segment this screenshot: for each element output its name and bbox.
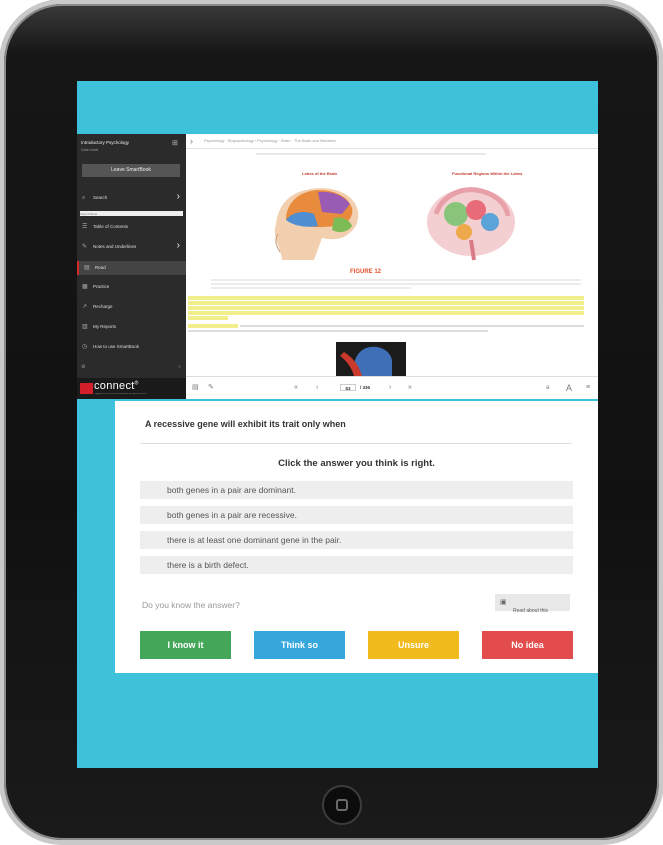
read-about-this-button[interactable]: ▣ Read about this bbox=[495, 594, 570, 614]
note-icon: ✎ bbox=[82, 244, 88, 250]
question-prompt: A recessive gene will exhibit its trait … bbox=[145, 419, 346, 429]
practice-icon: ▦ bbox=[82, 284, 88, 290]
sidebar-item-label: Notes and Underlines bbox=[93, 244, 137, 249]
document-icon: ▣ bbox=[500, 599, 507, 606]
connect-logo: connect® bbox=[94, 380, 139, 392]
page-total: / 336 bbox=[360, 385, 371, 390]
font-increase-icon[interactable]: A bbox=[566, 377, 572, 399]
copyright-text: Copyright 2014 McGraw-Hill Education. Al… bbox=[94, 393, 147, 395]
read-about-label: Read about this bbox=[513, 607, 549, 614]
settings-icon[interactable]: ⚙ bbox=[81, 364, 85, 370]
leave-smartbook-button[interactable]: Leave SmartBook bbox=[82, 164, 180, 177]
sidebar-item-label: Recharge bbox=[93, 304, 113, 309]
sidebar-item-practice[interactable]: ▦ Practice bbox=[77, 280, 186, 294]
sidebar-item-my-reports[interactable]: ▥ My Reports bbox=[77, 320, 186, 334]
recharge-icon: ↗ bbox=[82, 304, 88, 310]
sidebar-item-label: How to use SmartBook bbox=[93, 344, 140, 349]
highlighted-line[interactable] bbox=[188, 311, 584, 315]
answer-option[interactable]: both genes in a pair are dominant. bbox=[140, 481, 573, 499]
reports-icon: ▥ bbox=[82, 324, 88, 330]
chevron-right-icon: › bbox=[176, 191, 180, 202]
brain-lobes-illustration bbox=[274, 188, 359, 260]
text-line bbox=[211, 279, 581, 281]
option-label: both genes in a pair are dominant. bbox=[167, 485, 297, 495]
font-decrease-icon[interactable]: a bbox=[546, 377, 549, 399]
page-number-input[interactable]: 63 bbox=[340, 384, 356, 391]
option-label: there is a birth defect. bbox=[167, 560, 249, 570]
sidebar-item-recharge[interactable]: ↗ Recharge bbox=[77, 300, 186, 314]
list-icon: ☰ bbox=[82, 224, 88, 230]
highlighted-line[interactable] bbox=[188, 324, 238, 328]
question-card: A recessive gene will exhibit its trait … bbox=[115, 401, 598, 673]
screen: Introductory Psychology Core Level ⊞ Lea… bbox=[77, 81, 598, 768]
toc-icon[interactable]: ▤ bbox=[192, 377, 199, 399]
sidebar-footer-icons: ⚙ ○ bbox=[81, 364, 181, 370]
help-icon: ◷ bbox=[82, 344, 88, 350]
ebook-page: › Psychology · Biopsychology / Psycholog… bbox=[186, 134, 598, 376]
highlighted-line[interactable] bbox=[188, 306, 584, 310]
highlighted-line[interactable] bbox=[188, 316, 228, 320]
i-know-it-button[interactable]: I know it bbox=[140, 631, 231, 659]
sidebar-item-label: Search bbox=[93, 195, 108, 200]
sidebar-item-label: Read bbox=[95, 265, 106, 270]
text-line bbox=[188, 330, 488, 332]
caption-line bbox=[256, 153, 486, 155]
confidence-prompt: Do you know the answer? bbox=[142, 600, 240, 610]
search-input[interactable] bbox=[80, 211, 183, 216]
first-page-icon[interactable]: « bbox=[294, 377, 298, 399]
brand-bar: connect® Copyright 2014 McGraw-Hill Educ… bbox=[77, 378, 186, 399]
no-idea-button[interactable]: No idea bbox=[482, 631, 573, 659]
brain-scan-image bbox=[336, 342, 406, 376]
menu-icon[interactable]: ≡ bbox=[586, 377, 590, 399]
divider bbox=[140, 443, 572, 444]
text-line bbox=[211, 287, 411, 289]
brain-regions-illustration bbox=[427, 187, 515, 261]
chat-icon[interactable]: ○ bbox=[178, 364, 181, 370]
figure-label: FIGURE 12 bbox=[350, 269, 382, 275]
sidebar: Introductory Psychology Core Level ⊞ Lea… bbox=[77, 134, 188, 399]
home-square-icon bbox=[336, 799, 348, 811]
chevron-right-icon: › bbox=[176, 240, 180, 251]
sidebar-item-notes[interactable]: ✎ Notes and Underlines › bbox=[77, 240, 186, 254]
option-label: both genes in a pair are recessive. bbox=[167, 510, 297, 520]
sidebar-item-search[interactable]: ⌕ Search › bbox=[77, 191, 186, 205]
home-button[interactable] bbox=[322, 785, 362, 825]
answer-option[interactable]: there is a birth defect. bbox=[140, 556, 573, 574]
sidebar-item-how-to-use[interactable]: ◷ How to use SmartBook bbox=[77, 340, 186, 354]
last-page-icon[interactable]: » bbox=[408, 377, 412, 399]
breadcrumb: Psychology · Biopsychology / Psychology … bbox=[204, 138, 336, 143]
read-icon: ▤ bbox=[84, 265, 90, 271]
previous-page-icon[interactable]: ‹ bbox=[316, 377, 318, 399]
chevron-right-icon[interactable]: › bbox=[190, 134, 193, 148]
sidebar-item-label: Practice bbox=[93, 284, 110, 289]
instruction-text: Click the answer you think is right. bbox=[278, 458, 435, 469]
next-page-icon[interactable]: › bbox=[389, 377, 391, 399]
answer-option[interactable]: both genes in a pair are recessive. bbox=[140, 506, 573, 524]
reader-toolbar: ▤ ✎ « ‹ 63 / 336 › » a A ≡ bbox=[186, 376, 598, 399]
course-title: Introductory Psychology bbox=[81, 140, 130, 145]
sidebar-item-table-of-contents[interactable]: ☰ Table of Contents bbox=[77, 220, 186, 234]
option-label: there is at least one dominant gene in t… bbox=[167, 535, 342, 545]
sidebar-item-label: Table of Contents bbox=[93, 224, 129, 229]
sidebar-item-read[interactable]: ▤ Read bbox=[77, 261, 188, 275]
unsure-button[interactable]: Unsure bbox=[368, 631, 459, 659]
course-subtitle: Core Level bbox=[81, 148, 98, 152]
sidebar-item-label: My Reports bbox=[93, 324, 117, 329]
doc-header: › Psychology · Biopsychology / Psycholog… bbox=[186, 134, 598, 149]
text-line bbox=[240, 325, 584, 327]
mcgraw-hill-logo bbox=[80, 383, 93, 394]
highlighted-line[interactable] bbox=[188, 301, 584, 305]
search-icon: ⌕ bbox=[82, 195, 86, 201]
grid-icon[interactable]: ⊞ bbox=[172, 139, 178, 147]
think-so-button[interactable]: Think so bbox=[254, 631, 345, 659]
highlighted-line[interactable] bbox=[188, 296, 584, 300]
text-line bbox=[211, 283, 581, 285]
notes-icon[interactable]: ✎ bbox=[208, 377, 214, 399]
answer-option[interactable]: there is at least one dominant gene in t… bbox=[140, 531, 573, 549]
